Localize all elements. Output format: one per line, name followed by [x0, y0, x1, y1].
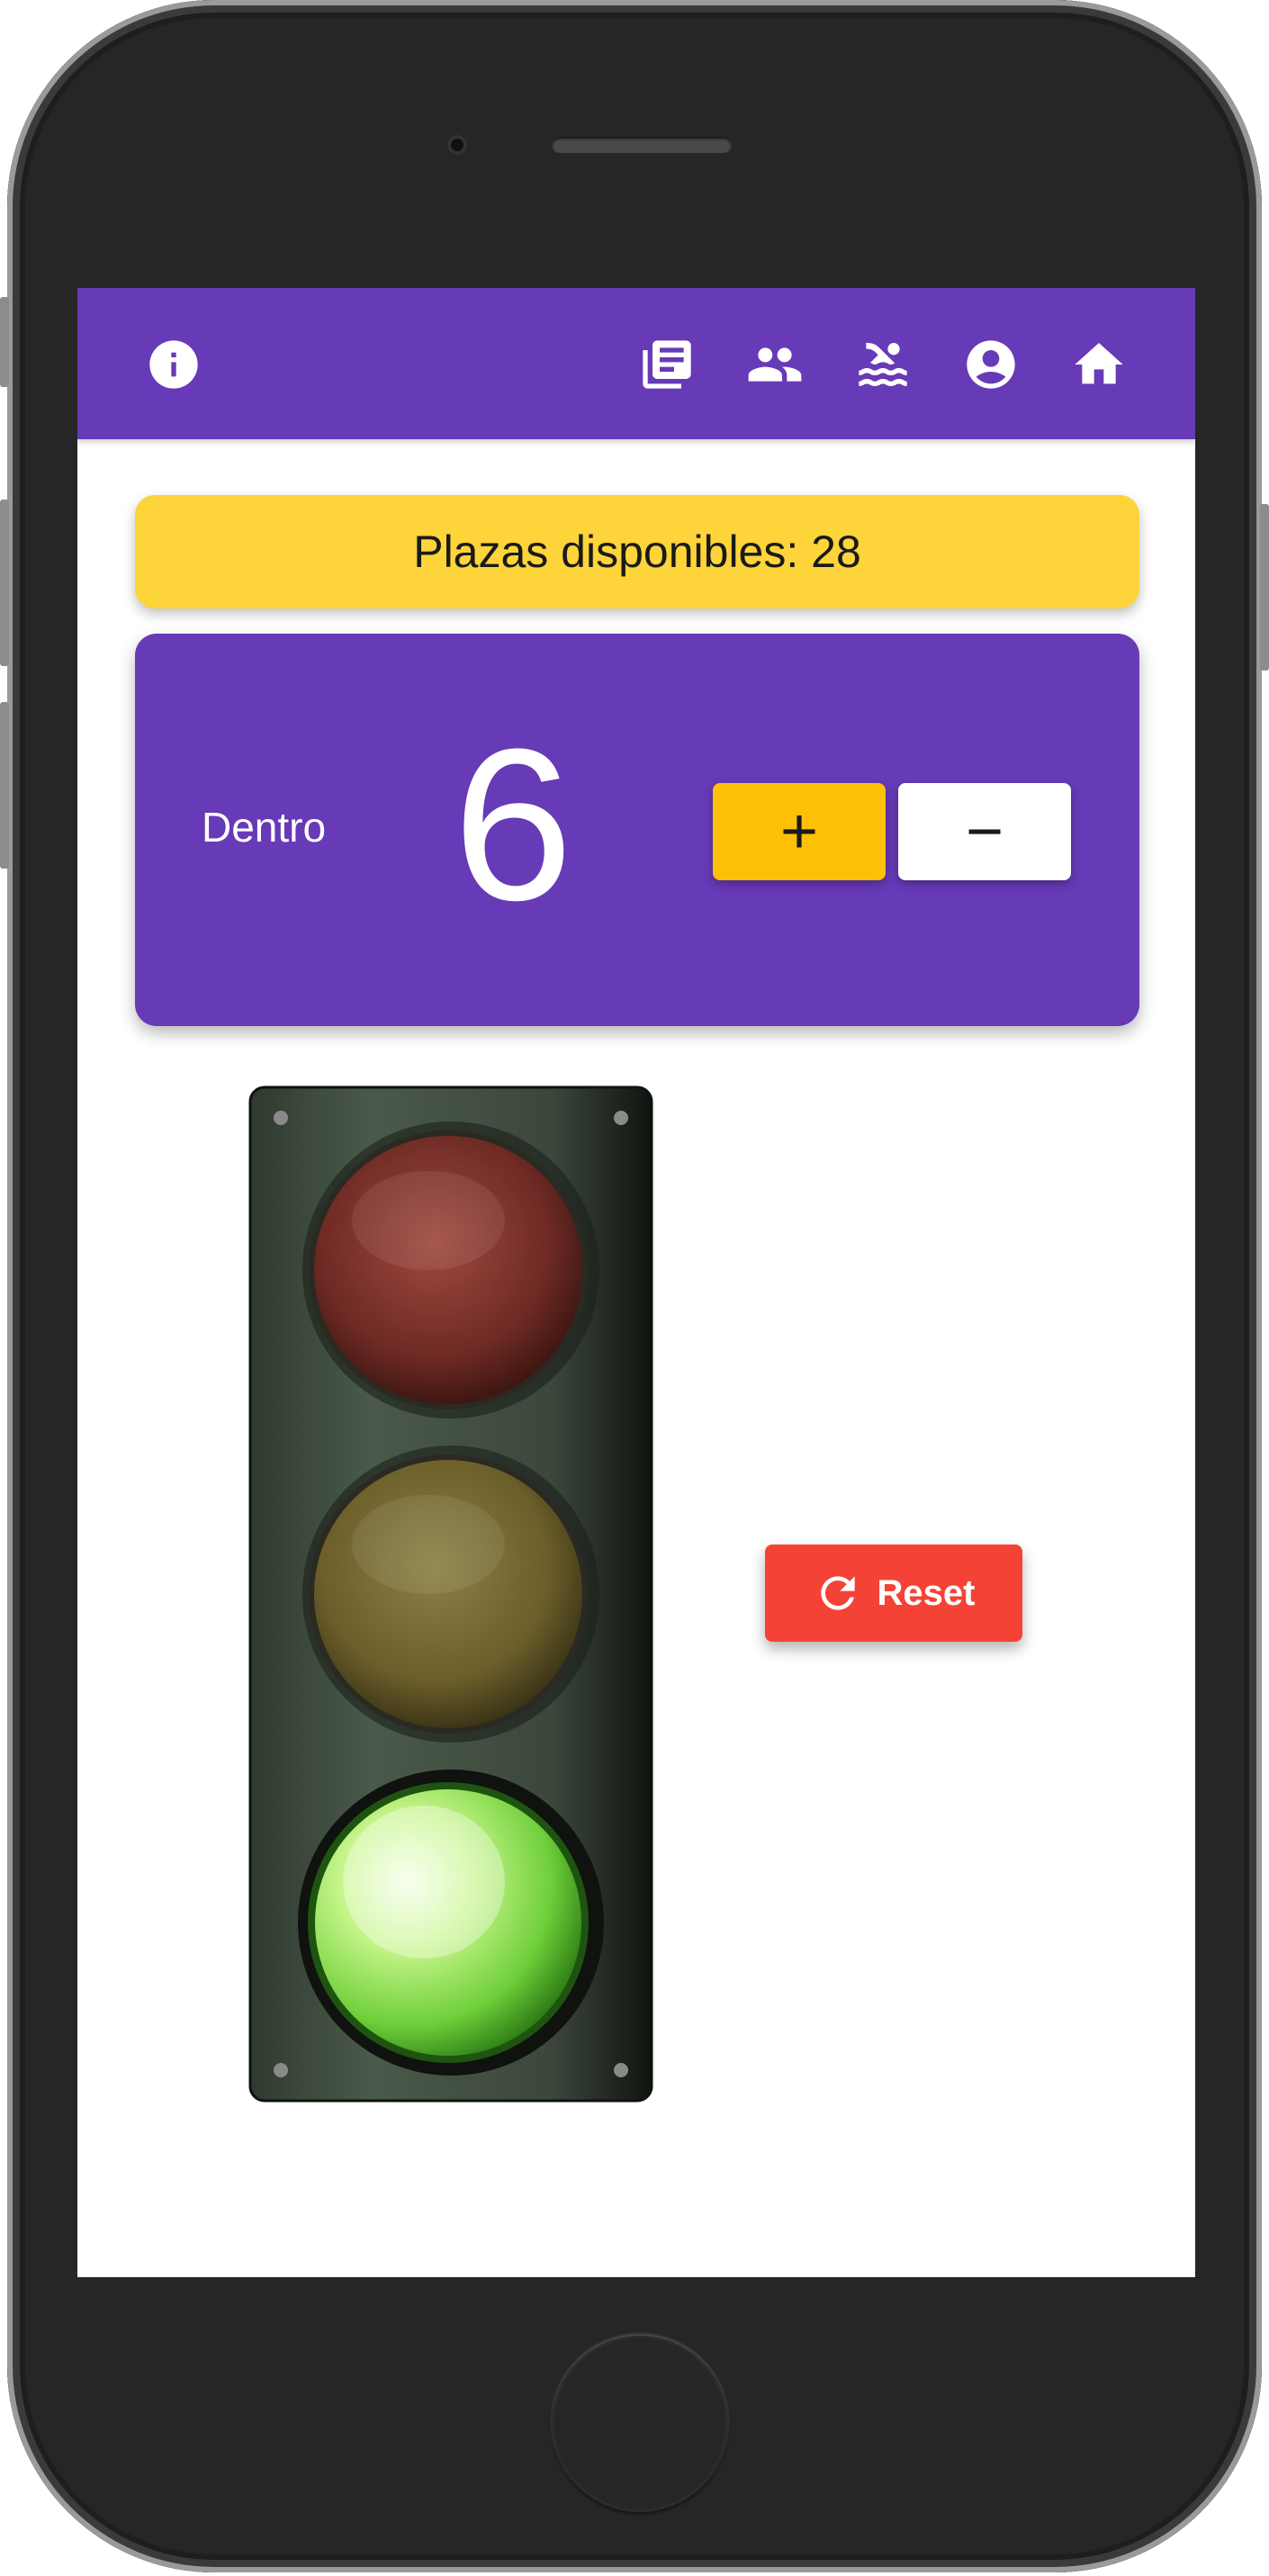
- counter-card: Dentro 6 + −: [135, 634, 1139, 1026]
- news-icon[interactable]: [635, 333, 698, 396]
- refresh-icon: [820, 1576, 855, 1610]
- app-screen: Plazas disponibles: 28 Dentro 6 + − Rese…: [77, 288, 1195, 2277]
- available-places-banner: Plazas disponibles: 28: [135, 495, 1139, 608]
- volume-up-button: [0, 500, 9, 666]
- decrement-button[interactable]: −: [898, 783, 1071, 880]
- earpiece-speaker: [552, 137, 732, 153]
- front-camera: [447, 135, 467, 155]
- app-bar: [77, 288, 1195, 439]
- screw: [614, 1111, 628, 1125]
- mute-switch: [0, 297, 9, 387]
- available-places-text: Plazas disponibles: 28: [413, 527, 861, 577]
- reset-button[interactable]: Reset: [765, 1545, 1022, 1642]
- reset-label: Reset: [877, 1572, 976, 1613]
- decrement-label: −: [965, 796, 1004, 868]
- phone-frame: Plazas disponibles: 28 Dentro 6 + − Rese…: [0, 0, 1269, 2572]
- home-icon[interactable]: [1067, 333, 1130, 396]
- counter-value: 6: [453, 704, 573, 945]
- increment-label: +: [779, 796, 819, 868]
- power-button: [1260, 504, 1269, 671]
- home-button[interactable]: [552, 2336, 728, 2512]
- counter-label: Dentro: [202, 804, 327, 851]
- screw: [614, 2063, 628, 2077]
- traffic-light: [248, 1085, 653, 2103]
- screw: [274, 1111, 288, 1125]
- pool-icon[interactable]: [851, 333, 914, 396]
- increment-button[interactable]: +: [713, 783, 886, 880]
- info-icon[interactable]: [142, 333, 205, 396]
- account-icon[interactable]: [959, 333, 1022, 396]
- people-icon[interactable]: [743, 333, 806, 396]
- volume-down-button: [0, 702, 9, 869]
- screw: [274, 2063, 288, 2077]
